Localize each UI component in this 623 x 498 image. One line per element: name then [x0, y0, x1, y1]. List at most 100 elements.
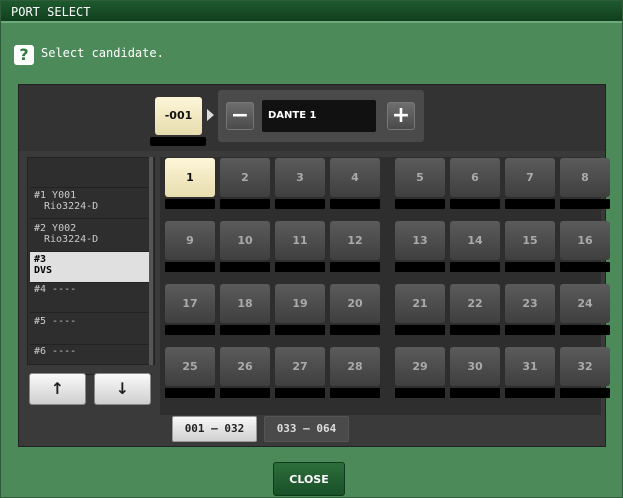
- port-label-strip: [220, 199, 270, 209]
- port-number: 9: [165, 221, 215, 260]
- scroll-up-button[interactable]: ↑: [29, 373, 86, 405]
- device-list-scrollbar[interactable]: [149, 157, 153, 365]
- tab-001-032[interactable]: 001 – 032: [172, 416, 257, 442]
- port-label-strip: [450, 262, 500, 272]
- port-button-7[interactable]: 7: [505, 158, 555, 209]
- port-button-15[interactable]: 15: [505, 221, 555, 272]
- port-label-strip: [560, 199, 610, 209]
- port-label-strip: [220, 262, 270, 272]
- device-list-item[interactable]: #3 DVS: [30, 252, 152, 283]
- port-button-25[interactable]: 25: [165, 347, 215, 398]
- port-button-29[interactable]: 29: [395, 347, 445, 398]
- port-button-28[interactable]: 28: [330, 347, 380, 398]
- port-number: 15: [505, 221, 555, 260]
- channel-name-strip: [150, 137, 206, 146]
- port-number: 6: [450, 158, 500, 197]
- port-button-32[interactable]: 32: [560, 347, 610, 398]
- port-button-23[interactable]: 23: [505, 284, 555, 335]
- device-label: #3: [34, 254, 47, 265]
- port-number: 5: [395, 158, 445, 197]
- port-label-strip: [560, 262, 610, 272]
- help-icon[interactable]: ?: [14, 45, 34, 65]
- port-button-3[interactable]: 3: [275, 158, 325, 209]
- port-label-strip: [220, 388, 270, 398]
- port-increment-button[interactable]: +: [387, 102, 415, 130]
- port-number: 1: [165, 158, 215, 197]
- device-list: #1 Y001 Rio3224-D #2 Y002 Rio3224-D #3 DVS #4 …: [27, 157, 155, 375]
- port-button-20[interactable]: 20: [330, 284, 380, 335]
- port-button-21[interactable]: 21: [395, 284, 445, 335]
- port-label-strip: [330, 325, 380, 335]
- scroll-down-button[interactable]: ↓: [94, 373, 151, 405]
- port-label-strip: [220, 325, 270, 335]
- port-label-strip: [560, 388, 610, 398]
- port-number: 20: [330, 284, 380, 323]
- port-label-strip: [560, 325, 610, 335]
- port-label-strip: [165, 388, 215, 398]
- device-model: Rio3224-D: [44, 201, 99, 212]
- port-grid: 1 2 3 4 5 6 7 8 9 10 11 12 13 14 15 16 17 18 19 20 21 22 23 24 2…: [160, 157, 610, 415]
- port-label-strip: [275, 325, 325, 335]
- selection-panel: -001 − DANTE 1 + #1 Y001 Rio3224-D #2 Y002…: [18, 84, 610, 447]
- port-number: 32: [560, 347, 610, 386]
- port-number: 22: [450, 284, 500, 323]
- port-button-12[interactable]: 12: [330, 221, 380, 272]
- port-button-31[interactable]: 31: [505, 347, 555, 398]
- port-label-strip: [275, 199, 325, 209]
- port-label-strip: [450, 199, 500, 209]
- port-button-4[interactable]: 4: [330, 158, 380, 209]
- device-list-item[interactable]: #4 ----: [30, 282, 152, 313]
- port-label-strip: [505, 325, 555, 335]
- port-button-1[interactable]: 1: [165, 158, 215, 209]
- port-button-24[interactable]: 24: [560, 284, 610, 335]
- device-list-item[interactable]: #5 ----: [30, 314, 152, 345]
- port-button-16[interactable]: 16: [560, 221, 610, 272]
- port-button-2[interactable]: 2: [220, 158, 270, 209]
- instruction-text: Select candidate.: [41, 46, 164, 60]
- port-label-strip: [505, 262, 555, 272]
- port-number: 18: [220, 284, 270, 323]
- port-button-26[interactable]: 26: [220, 347, 270, 398]
- port-number: 8: [560, 158, 610, 197]
- port-number: 16: [560, 221, 610, 260]
- close-button[interactable]: CLOSE: [273, 462, 345, 496]
- tab-033-064[interactable]: 033 – 064: [264, 416, 349, 442]
- port-button-6[interactable]: 6: [450, 158, 500, 209]
- port-label-strip: [165, 262, 215, 272]
- port-number: 12: [330, 221, 380, 260]
- port-button-17[interactable]: 17: [165, 284, 215, 335]
- port-button-8[interactable]: 8: [560, 158, 610, 209]
- port-button-13[interactable]: 13: [395, 221, 445, 272]
- channel-id: -001: [155, 97, 202, 135]
- port-button-19[interactable]: 19: [275, 284, 325, 335]
- port-label-strip: [275, 388, 325, 398]
- port-button-9[interactable]: 9: [165, 221, 215, 272]
- port-button-11[interactable]: 11: [275, 221, 325, 272]
- device-list-item[interactable]: [30, 160, 152, 188]
- device-list-item[interactable]: #2 Y002 Rio3224-D: [30, 221, 152, 252]
- port-number: 17: [165, 284, 215, 323]
- port-label-strip: [505, 388, 555, 398]
- port-select-window: PORT SELECT ? Select candidate. -001 − D…: [0, 0, 623, 498]
- port-label-strip: [450, 388, 500, 398]
- device-list-item[interactable]: #1 Y001 Rio3224-D: [30, 188, 152, 219]
- port-button-14[interactable]: 14: [450, 221, 500, 272]
- device-label: #4 ----: [34, 284, 77, 295]
- port-number: 19: [275, 284, 325, 323]
- port-button-18[interactable]: 18: [220, 284, 270, 335]
- port-number: 3: [275, 158, 325, 197]
- port-label-strip: [165, 199, 215, 209]
- port-label-strip: [330, 262, 380, 272]
- device-list-item[interactable]: #6 ----: [30, 344, 152, 375]
- port-label-strip: [505, 199, 555, 209]
- port-button-30[interactable]: 30: [450, 347, 500, 398]
- port-button-22[interactable]: 22: [450, 284, 500, 335]
- port-number: 21: [395, 284, 445, 323]
- port-button-27[interactable]: 27: [275, 347, 325, 398]
- port-label-strip: [165, 325, 215, 335]
- device-label: #2 Y002: [34, 223, 77, 234]
- port-decrement-button[interactable]: −: [226, 102, 254, 130]
- port-button-10[interactable]: 10: [220, 221, 270, 272]
- port-number: 4: [330, 158, 380, 197]
- port-button-5[interactable]: 5: [395, 158, 445, 209]
